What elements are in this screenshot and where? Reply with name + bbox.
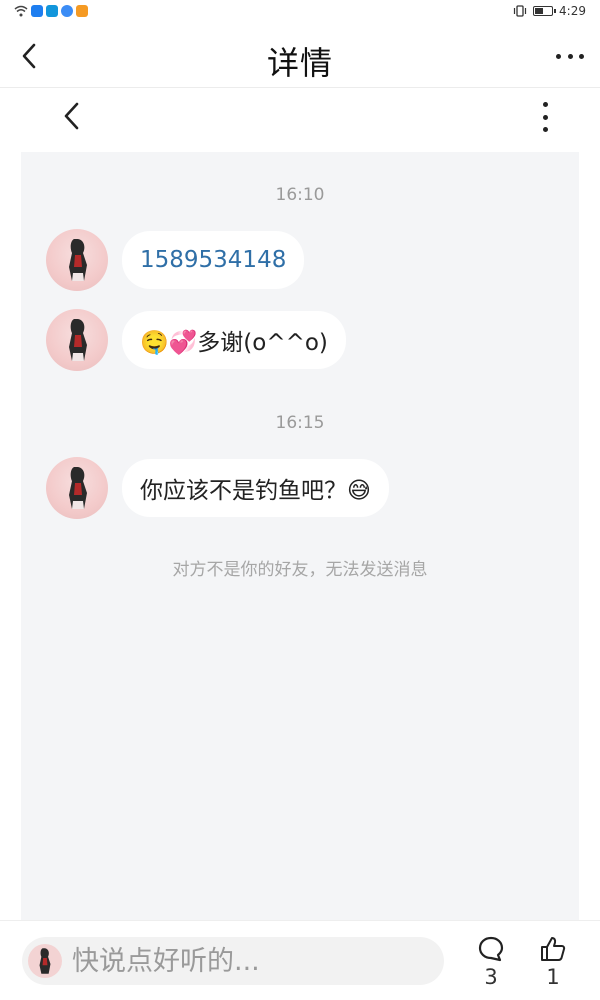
more-vertical-icon: [542, 102, 548, 107]
message-row: 你应该不是钓鱼吧？😅: [46, 457, 389, 519]
avatar[interactable]: [46, 457, 108, 519]
more-dot: [579, 53, 584, 59]
vibrate-icon: [513, 5, 527, 17]
chat-more-button[interactable]: [536, 100, 554, 134]
status-icons-left: [14, 5, 88, 17]
battery-icon: [533, 6, 557, 16]
message-bubble[interactable]: 🤤💞多谢(o^^o): [122, 311, 346, 369]
like-button[interactable]: 1: [533, 935, 573, 1000]
more-dot: [542, 114, 548, 120]
status-icons-right: 4:29: [513, 4, 586, 18]
more-dot: [567, 53, 573, 59]
status-bar: 4:29: [0, 0, 600, 24]
thumbs-up-icon: [541, 937, 566, 961]
chat-header: [0, 88, 600, 150]
timestamp: 16:10: [275, 185, 325, 205]
like-count: 1: [546, 965, 560, 989]
app-icon-1: [31, 5, 43, 17]
avatar-figure-icon: [69, 239, 87, 281]
avatar-figure-icon: [69, 319, 87, 361]
wifi-icon: [14, 5, 28, 17]
chat-panel[interactable]: 16:10 1589534148 🤤💞多谢(o^^o) 16:15 你应该不是钓…: [21, 152, 579, 920]
app-icon-2: [46, 5, 58, 17]
timestamp: 16:15: [275, 413, 325, 433]
comment-input-box[interactable]: [22, 937, 444, 985]
comment-icon: [478, 936, 504, 962]
not-friend-notice: 对方不是你的好友，无法发送消息: [172, 560, 428, 580]
bottom-bar: 3 1: [0, 920, 600, 1000]
status-time: 4:29: [559, 4, 586, 18]
chat-back-button[interactable]: [56, 100, 88, 132]
avatar[interactable]: [46, 309, 108, 371]
comment-button[interactable]: 3: [471, 935, 511, 1000]
more-options-button[interactable]: [554, 42, 586, 70]
message-bubble[interactable]: 你应该不是钓鱼吧？😅: [122, 459, 389, 517]
message-row: 🤤💞多谢(o^^o): [46, 309, 346, 371]
page-title: 详情: [266, 44, 333, 82]
message-bubble-link[interactable]: 1589534148: [122, 231, 305, 289]
comment-input[interactable]: [72, 937, 432, 985]
more-dot: [542, 127, 548, 132]
top-nav: 详情: [0, 24, 600, 88]
user-avatar: [28, 944, 62, 978]
avatar-figure-icon: [39, 948, 51, 974]
chevron-left-icon: [64, 102, 79, 130]
more-horizontal-icon: [556, 53, 561, 59]
app-icon-4: [76, 5, 88, 17]
app-icon-3: [61, 5, 73, 17]
avatar[interactable]: [46, 229, 108, 291]
comment-count: 3: [484, 965, 498, 989]
message-row: 1589534148: [46, 229, 305, 291]
avatar-figure-icon: [69, 467, 87, 509]
